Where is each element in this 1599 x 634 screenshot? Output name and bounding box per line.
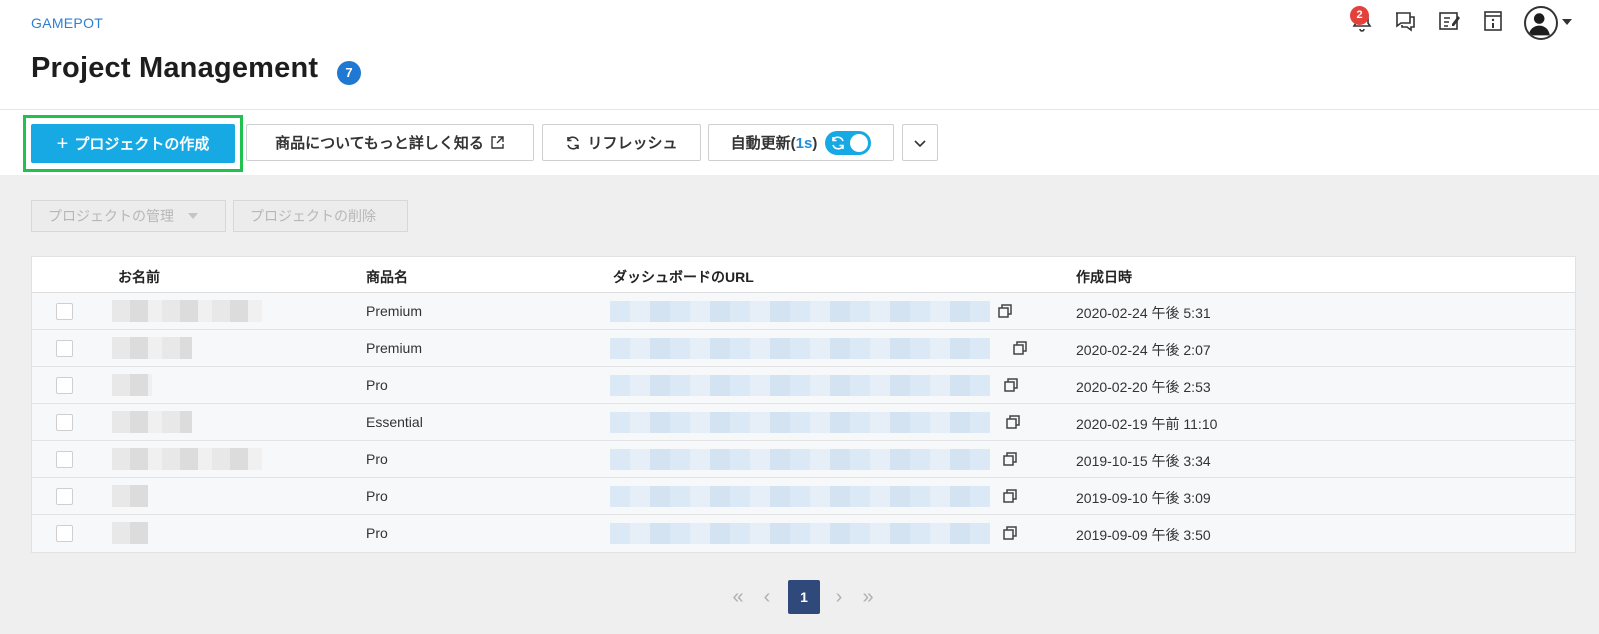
created-cell: 2019-10-15 午後 3:34: [1076, 453, 1211, 469]
table-row[interactable]: Essential 2020-02-19 午前 11:10: [32, 404, 1575, 441]
projects-table: お名前 商品名 ダッシュボードのURL 作成日時 Premium 2020-02…: [31, 256, 1576, 553]
create-project-button[interactable]: + プロジェクトの作成: [31, 124, 235, 163]
chat-icon[interactable]: [1392, 8, 1418, 34]
redacted-project-name: [112, 448, 262, 470]
page-title: Project Management: [31, 52, 319, 84]
column-header-name[interactable]: お名前: [118, 267, 160, 287]
redacted-project-name: [112, 337, 192, 359]
column-header-dashboard-url[interactable]: ダッシュボードのURL: [613, 267, 754, 287]
redacted-dashboard-url[interactable]: [610, 486, 990, 507]
product-cell: Essential: [366, 414, 423, 430]
table-row[interactable]: Pro 2019-09-09 午後 3:50: [32, 515, 1575, 552]
redacted-project-name: [112, 411, 192, 433]
delete-project-button[interactable]: プロジェクトの削除: [233, 200, 408, 232]
refresh-icon: [567, 135, 580, 150]
row-checkbox[interactable]: [56, 488, 73, 505]
redacted-project-name: [112, 374, 152, 396]
row-checkbox[interactable]: [56, 414, 73, 431]
copy-icon[interactable]: [1002, 451, 1018, 467]
dropdown-caret-icon: [188, 213, 198, 219]
created-cell: 2020-02-24 午後 2:07: [1076, 342, 1211, 358]
auto-refresh-button[interactable]: 自動更新(1s): [708, 124, 894, 161]
redacted-dashboard-url[interactable]: [610, 338, 990, 359]
user-avatar[interactable]: [1524, 6, 1558, 40]
next-page-icon[interactable]: ›: [828, 580, 850, 614]
notification-count-badge: 2: [1350, 6, 1369, 25]
table-row[interactable]: Premium 2020-02-24 午後 2:07: [32, 330, 1575, 367]
redacted-dashboard-url[interactable]: [610, 523, 990, 544]
table-row[interactable]: Pro 2019-09-10 午後 3:09: [32, 478, 1575, 515]
column-header-created[interactable]: 作成日時: [1076, 267, 1132, 287]
redacted-dashboard-url[interactable]: [610, 412, 990, 433]
redacted-project-name: [112, 300, 262, 322]
user-menu-caret-icon[interactable]: [1562, 19, 1572, 25]
toggle-knob: [850, 133, 869, 152]
toggle-refresh-icon: [832, 135, 845, 150]
table-row[interactable]: Pro 2020-02-20 午後 2:53: [32, 367, 1575, 404]
refresh-label: リフレッシュ: [587, 135, 678, 152]
table-header: お名前 商品名 ダッシュボードのURL 作成日時: [32, 257, 1575, 293]
copy-icon[interactable]: [1002, 525, 1018, 541]
manage-project-dropdown[interactable]: プロジェクトの管理: [31, 200, 226, 232]
auto-refresh-label: 自動更新(1s): [730, 135, 818, 152]
manage-project-label: プロジェクトの管理: [48, 208, 174, 224]
last-page-icon[interactable]: »: [856, 580, 880, 614]
created-cell: 2020-02-24 午後 5:31: [1076, 305, 1211, 321]
pagination: « ‹ 1 › »: [0, 580, 1599, 614]
copy-icon[interactable]: [1003, 377, 1019, 393]
content-area: プロジェクトの管理 プロジェクトの削除 お名前 商品名 ダッシュボードのURL …: [0, 175, 1599, 634]
page-header: GAMEPOT Project Management 7 2: [0, 0, 1599, 110]
toolbar: + プロジェクトの作成 商品についてもっと詳しく知る リフレッシュ 自動更新(1…: [0, 111, 1599, 175]
delete-project-label: プロジェクトの削除: [250, 208, 376, 224]
copy-icon[interactable]: [1002, 488, 1018, 504]
learn-more-button[interactable]: 商品についてもっと詳しく知る: [246, 124, 534, 161]
page-number-button[interactable]: 1: [788, 580, 820, 614]
chevron-down-icon: [914, 139, 926, 147]
create-button-highlight: + プロジェクトの作成: [23, 115, 243, 172]
product-cell: Pro: [366, 525, 388, 541]
external-link-icon: [491, 136, 504, 149]
brand-link[interactable]: GAMEPOT: [31, 15, 103, 31]
created-cell: 2019-09-09 午後 3:50: [1076, 527, 1211, 543]
product-cell: Premium: [366, 340, 423, 356]
row-checkbox[interactable]: [56, 451, 73, 468]
row-checkbox[interactable]: [56, 303, 73, 320]
row-checkbox[interactable]: [56, 377, 73, 394]
project-count-badge: 7: [337, 61, 361, 85]
redacted-dashboard-url[interactable]: [610, 301, 990, 322]
product-cell: Pro: [366, 488, 388, 504]
redacted-dashboard-url[interactable]: [610, 449, 990, 470]
edit-note-icon[interactable]: [1436, 8, 1462, 34]
column-header-product[interactable]: 商品名: [366, 267, 408, 287]
redacted-project-name: [112, 485, 148, 507]
created-cell: 2019-09-10 午後 3:09: [1076, 490, 1211, 506]
copy-icon[interactable]: [1005, 414, 1021, 430]
row-checkbox[interactable]: [56, 340, 73, 357]
copy-icon[interactable]: [1012, 340, 1028, 356]
more-options-button[interactable]: [902, 124, 938, 161]
table-row[interactable]: Pro 2019-10-15 午後 3:34: [32, 441, 1575, 478]
plus-icon: +: [56, 132, 69, 155]
learn-more-label: 商品についてもっと詳しく知る: [275, 135, 484, 152]
auto-refresh-interval: 1s: [795, 135, 813, 152]
created-cell: 2020-02-20 午後 2:53: [1076, 379, 1211, 395]
row-checkbox[interactable]: [56, 525, 73, 542]
created-cell: 2020-02-19 午前 11:10: [1076, 416, 1218, 432]
product-cell: Pro: [366, 377, 388, 393]
product-cell: Pro: [366, 451, 388, 467]
user-silhouette-icon: [1528, 13, 1550, 36]
info-book-icon[interactable]: [1480, 8, 1506, 34]
auto-refresh-toggle[interactable]: [825, 130, 872, 155]
first-page-icon[interactable]: «: [726, 580, 750, 614]
table-row[interactable]: Premium 2020-02-24 午後 5:31: [32, 293, 1575, 330]
create-project-label: プロジェクトの作成: [74, 136, 210, 153]
redacted-project-name: [112, 522, 148, 544]
redacted-dashboard-url[interactable]: [610, 375, 990, 396]
refresh-button[interactable]: リフレッシュ: [542, 124, 701, 161]
previous-page-icon[interactable]: ‹: [756, 580, 778, 614]
copy-icon[interactable]: [997, 303, 1013, 319]
product-cell: Premium: [366, 303, 423, 319]
